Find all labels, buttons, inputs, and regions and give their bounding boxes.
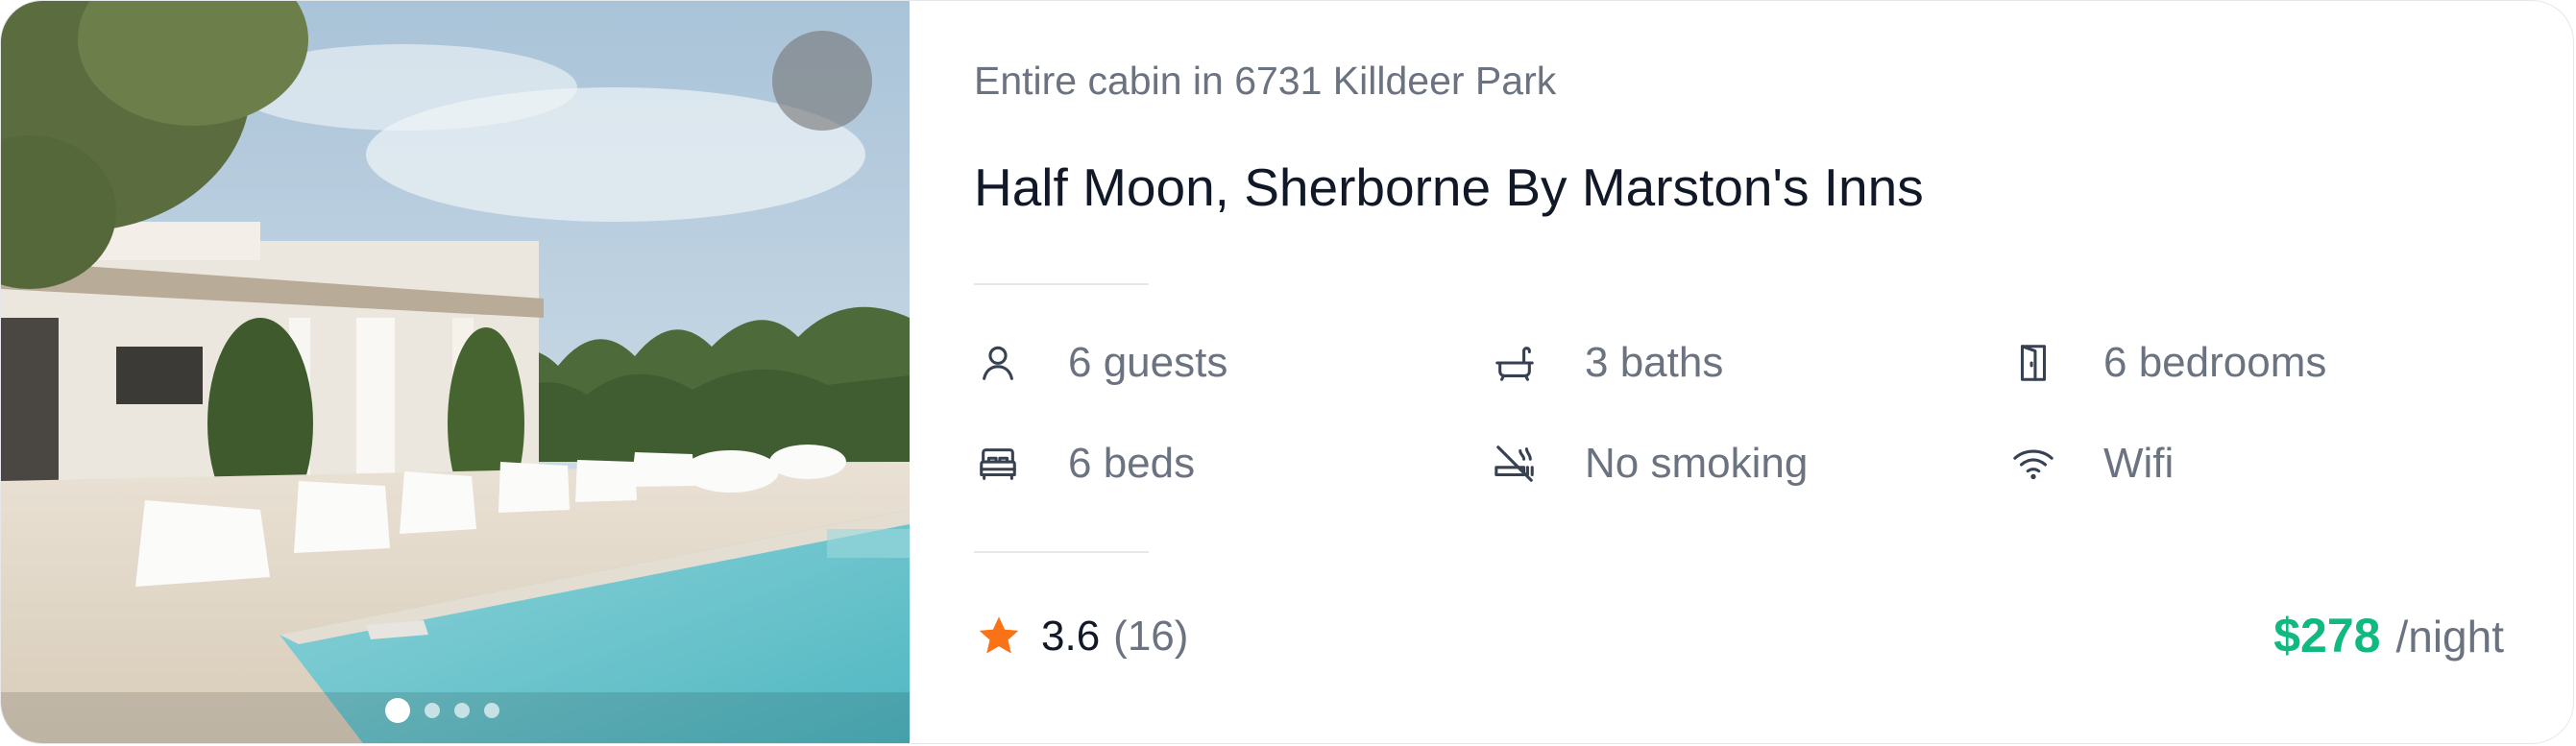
star-icon	[979, 616, 1019, 654]
amenity-label: 6 beds	[1068, 440, 1196, 487]
carousel-dot[interactable]	[385, 698, 410, 723]
listing-title[interactable]: Half Moon, Sherborne By Marston's Inns	[974, 156, 1924, 218]
amenity-smoking: No smoking	[1491, 440, 1808, 488]
carousel-dot[interactable]	[454, 703, 470, 718]
no-smoking-icon	[1491, 440, 1539, 488]
amenity-baths: 3 baths	[1491, 339, 1723, 387]
amenity-label: Wifi	[2103, 440, 2175, 487]
listing-card[interactable]: Entire cabin in 6731 Killdeer Park Half …	[0, 0, 2574, 744]
amenity-label: No smoking	[1585, 440, 1809, 487]
listing-details: Entire cabin in 6731 Killdeer Park Half …	[974, 1, 2573, 743]
carousel-dot[interactable]	[484, 703, 499, 718]
amenity-label: 6 guests	[1068, 339, 1228, 386]
carousel-indicators	[385, 698, 499, 723]
amenity-guests: 6 guests	[974, 339, 1227, 387]
amenity-beds: 6 beds	[974, 440, 1195, 488]
price: $278 /night	[2273, 608, 2504, 663]
listing-subtitle: Entire cabin in 6731 Killdeer Park	[974, 59, 1557, 103]
price-unit: /night	[2395, 612, 2504, 662]
divider	[974, 551, 1149, 553]
rating: 3.6 (16)	[974, 612, 1188, 662]
amenity-wifi: Wifi	[2009, 440, 2174, 488]
favorite-button[interactable]	[772, 31, 872, 131]
rating-score: 3.6	[1041, 613, 1101, 660]
bath-icon	[1491, 339, 1539, 387]
user-icon	[974, 339, 1022, 387]
bed-icon	[974, 440, 1022, 488]
wifi-icon	[2009, 440, 2057, 488]
price-amount: $278	[2273, 609, 2381, 662]
listing-photo-carousel[interactable]	[1, 1, 910, 743]
amenity-bedrooms: 6 bedrooms	[2009, 339, 2326, 387]
amenity-label: 3 baths	[1585, 339, 1724, 386]
heart-icon	[772, 31, 910, 744]
door-icon	[2009, 339, 2057, 387]
divider	[974, 283, 1149, 285]
carousel-dot[interactable]	[425, 703, 440, 718]
amenity-label: 6 bedrooms	[2103, 339, 2327, 386]
rating-count: (16)	[1113, 613, 1189, 660]
